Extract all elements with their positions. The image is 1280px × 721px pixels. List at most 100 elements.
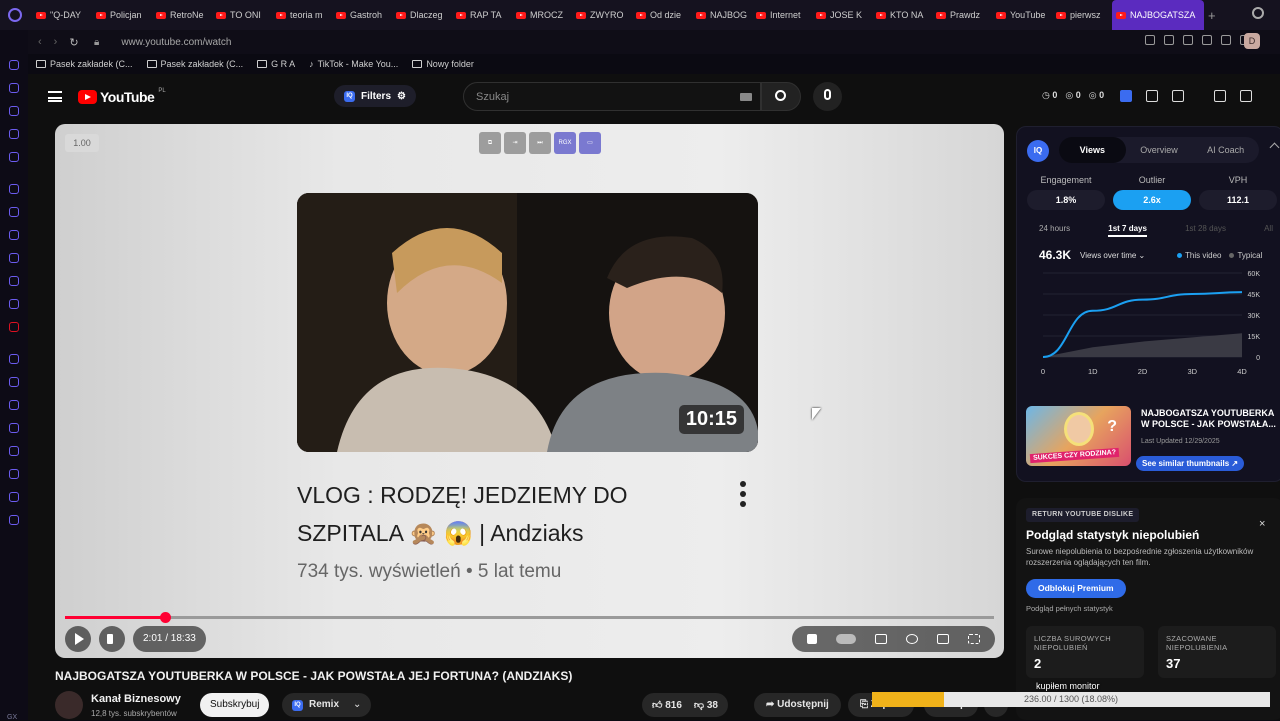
tab-item[interactable]: Prawdz	[932, 0, 992, 30]
upload-icon[interactable]	[1214, 90, 1226, 102]
back-arrow-icon[interactable]: ‹	[38, 36, 42, 49]
suggested-thumbnail[interactable]: ? SUKCES CZY RODZINA?	[1026, 406, 1131, 466]
tab-views[interactable]: Views	[1059, 137, 1126, 163]
close-icon[interactable]: ×	[1259, 518, 1265, 530]
see-similar-button[interactable]: See similar thumbnails ↗	[1136, 456, 1245, 471]
lock-icon[interactable]: 🔒︎	[94, 37, 99, 48]
popout-icon[interactable]: ⧉	[479, 132, 501, 154]
tab-item[interactable]: Policjan	[92, 0, 152, 30]
vidiq-header-icon[interactable]	[1120, 90, 1132, 102]
enter-icon[interactable]: ⇥	[504, 132, 526, 154]
sidebar-player-icon[interactable]	[9, 377, 19, 387]
bookmark-item[interactable]: ♪ TikTok - Make You...	[309, 59, 398, 69]
sidebar-mail-icon[interactable]	[9, 152, 19, 162]
bookmark-item[interactable]: Nowy folder	[412, 59, 474, 69]
sidebar-discord-icon[interactable]	[9, 299, 19, 309]
sidebar-favorites-icon[interactable]	[9, 400, 19, 410]
engagement-value[interactable]: 1.8%	[1027, 190, 1105, 210]
sidebar-tabs-icon[interactable]	[9, 423, 19, 433]
tab-search-icon[interactable]	[1252, 7, 1264, 19]
tab-active[interactable]: NAJBOGATSZA	[1112, 0, 1204, 30]
tab-item[interactable]: "Q-DAY	[32, 0, 92, 30]
like-button[interactable]: 👍︎ 816	[652, 699, 682, 711]
tab-item[interactable]: NAJBOG	[692, 0, 752, 30]
tab-item[interactable]: Internet	[752, 0, 812, 30]
vidiq-player-icon[interactable]	[807, 634, 818, 644]
suggested-title[interactable]: NAJBOGATSZA YOUTUBERKA W POLSCE - JAK PO…	[1141, 408, 1280, 430]
tab-item[interactable]: teoria m	[272, 0, 332, 30]
bookmark-item[interactable]: Pasek zakładek (C...	[36, 59, 133, 69]
reload-icon[interactable]: ↻	[69, 36, 78, 49]
profile-avatar[interactable]: D	[1244, 33, 1260, 49]
sidebar-box-icon[interactable]	[9, 492, 19, 502]
sidebar-workspace-icon[interactable]	[9, 60, 19, 70]
new-tab-button[interactable]: +	[1208, 8, 1216, 23]
sidebar-download-icon[interactable]	[9, 469, 19, 479]
voice-search-button[interactable]	[813, 82, 842, 111]
forward-arrow-icon[interactable]: ›	[54, 36, 58, 49]
sidebar-messenger-icon[interactable]	[9, 207, 19, 217]
tab-item[interactable]: Gastroh	[332, 0, 392, 30]
tab-ai-coach[interactable]: AI Coach	[1192, 137, 1259, 163]
playback-speed[interactable]: 1.00	[65, 134, 99, 152]
channel-name[interactable]: Kanał Biznesowy	[91, 693, 181, 705]
progress-scrubber[interactable]	[160, 612, 172, 623]
sidebar-history-icon[interactable]	[9, 83, 19, 93]
skip-icon[interactable]: ⏭	[529, 132, 551, 154]
sidebar-clock-icon[interactable]	[9, 446, 19, 456]
volume-button[interactable]	[99, 626, 125, 652]
unlock-premium-button[interactable]: Odblokuj Premium	[1026, 579, 1126, 598]
subscribe-button[interactable]: Subskrybuj	[200, 693, 270, 717]
filters-button[interactable]: IQ Filters ⚙︎	[334, 85, 416, 107]
play-extension-icon[interactable]	[1202, 35, 1212, 45]
more-vert-icon[interactable]	[740, 481, 746, 511]
sidebar-music-icon[interactable]	[9, 354, 19, 364]
menu-icon[interactable]	[48, 91, 62, 102]
sidebar-telegram-icon[interactable]	[9, 230, 19, 240]
bookmark-item[interactable]: Pasek zakładek (C...	[146, 59, 243, 69]
sidebar-wallet-icon[interactable]	[9, 129, 19, 139]
url-field[interactable]: www.youtube.com/watch	[121, 37, 231, 48]
tab-item[interactable]: JOSE K	[812, 0, 872, 30]
rgx-button[interactable]: RGX	[554, 132, 576, 154]
shield-icon[interactable]	[1183, 35, 1193, 45]
sidebar-ai-icon[interactable]	[9, 106, 19, 116]
vph-value[interactable]: 112.1	[1199, 190, 1277, 210]
sidebar-x-icon[interactable]	[9, 276, 19, 286]
sidebar-twitch-icon[interactable]	[9, 184, 19, 194]
miniplayer-icon[interactable]	[936, 634, 949, 644]
dislike-button[interactable]: 👎︎ 38	[694, 699, 718, 711]
subtitles-icon[interactable]	[875, 634, 888, 644]
theater-icon[interactable]: ▭	[579, 132, 601, 154]
sidebar-instagram-icon[interactable]	[9, 253, 19, 263]
period-24h[interactable]: 24 hours	[1039, 224, 1070, 237]
autoplay-toggle[interactable]	[836, 634, 857, 644]
sidebar-settings-icon[interactable]	[9, 515, 19, 525]
video-player[interactable]: 1.00 ⧉ ⇥ ⏭ RGX ▭ 10:15 VLOG : RODZĘ! JED…	[55, 124, 1004, 658]
views-over-time-dropdown[interactable]: Views over time ⌄	[1080, 251, 1145, 260]
play-button[interactable]	[65, 626, 91, 652]
opera-logo-icon[interactable]	[8, 8, 22, 22]
progress-track[interactable]	[65, 616, 994, 619]
list-icon[interactable]	[1146, 90, 1158, 102]
youtube-logo[interactable]: YouTube PL	[78, 88, 166, 105]
tab-item[interactable]: RAP TA	[452, 0, 512, 30]
share-button[interactable]: ➦ Udostępnij	[754, 693, 841, 717]
bell-icon[interactable]	[1240, 90, 1252, 102]
tab-item[interactable]: pierwsz	[1052, 0, 1112, 30]
fullscreen-icon[interactable]	[967, 634, 980, 644]
period-7d[interactable]: 1st 7 days	[1108, 224, 1147, 237]
tab-item[interactable]: Od dzie	[632, 0, 692, 30]
collapse-icon[interactable]	[1269, 142, 1280, 153]
outlier-value[interactable]: 2.6x	[1113, 190, 1191, 210]
keyboard-icon[interactable]	[740, 93, 752, 101]
remix-button[interactable]: IQ Remix ⌄	[282, 693, 372, 717]
snapshot-icon[interactable]	[1164, 35, 1174, 45]
tab-item[interactable]: KTO NA	[872, 0, 932, 30]
period-28d[interactable]: 1st 28 days	[1185, 224, 1226, 237]
tab-item[interactable]: YouTube	[992, 0, 1052, 30]
tab-item[interactable]: MROCZ	[512, 0, 572, 30]
tab-item[interactable]: RetroNe	[152, 0, 212, 30]
tab-overview[interactable]: Overview	[1126, 137, 1193, 163]
tab-item[interactable]: TO ONI	[212, 0, 272, 30]
